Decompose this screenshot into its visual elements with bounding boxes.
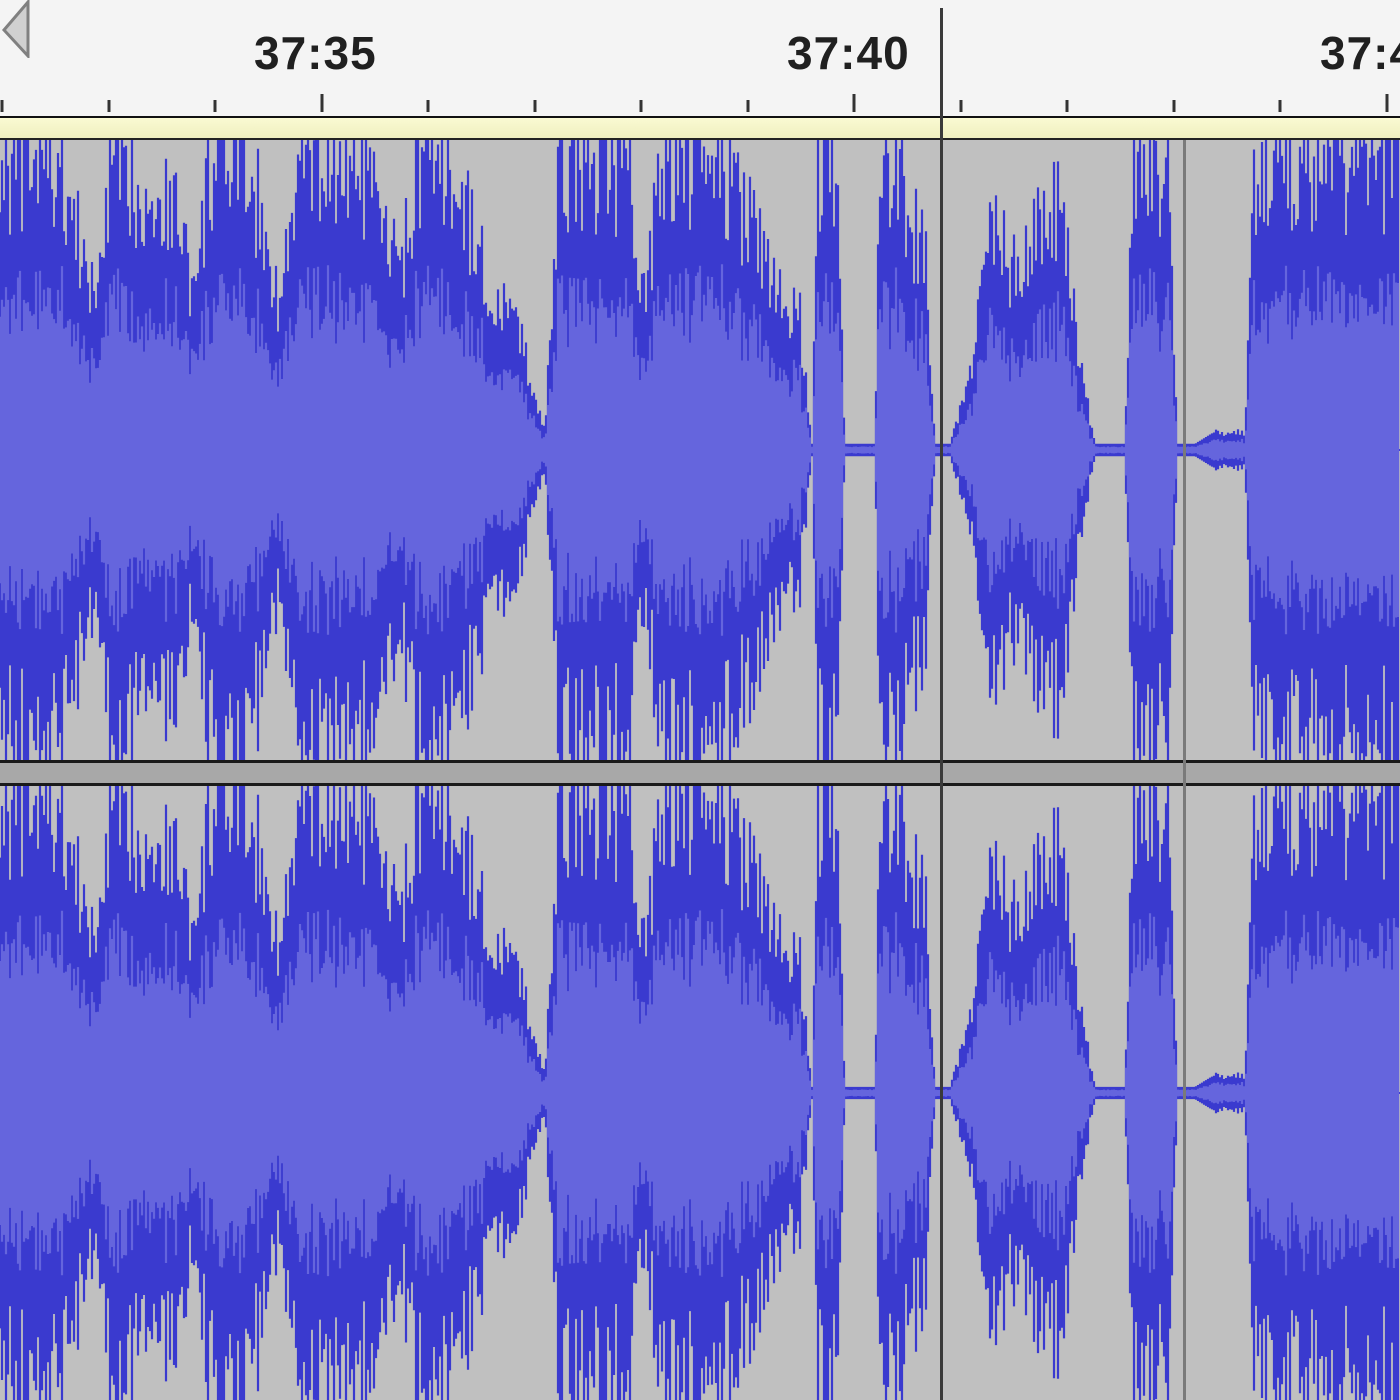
time-label-37-4x: 37:4 (1320, 27, 1400, 79)
time-label-37-40: 37:40 (787, 27, 910, 79)
channel-divider[interactable] (0, 760, 1400, 786)
playhead-marker-icon[interactable] (0, 0, 30, 58)
clip-boundary[interactable] (1183, 140, 1186, 1400)
waveform-channel-left[interactable] (0, 140, 1400, 760)
playhead-cursor[interactable] (940, 8, 943, 1400)
ruler-ticks (0, 94, 1389, 112)
time-label-37-35: 37:35 (254, 27, 377, 79)
waveform-right (0, 786, 1400, 1400)
timeline-ruler[interactable]: 37:35 37:40 37:4 (0, 0, 1400, 118)
waveform-channel-right[interactable] (0, 786, 1400, 1400)
track-header-band (0, 118, 1400, 140)
waveform-left (0, 140, 1400, 760)
